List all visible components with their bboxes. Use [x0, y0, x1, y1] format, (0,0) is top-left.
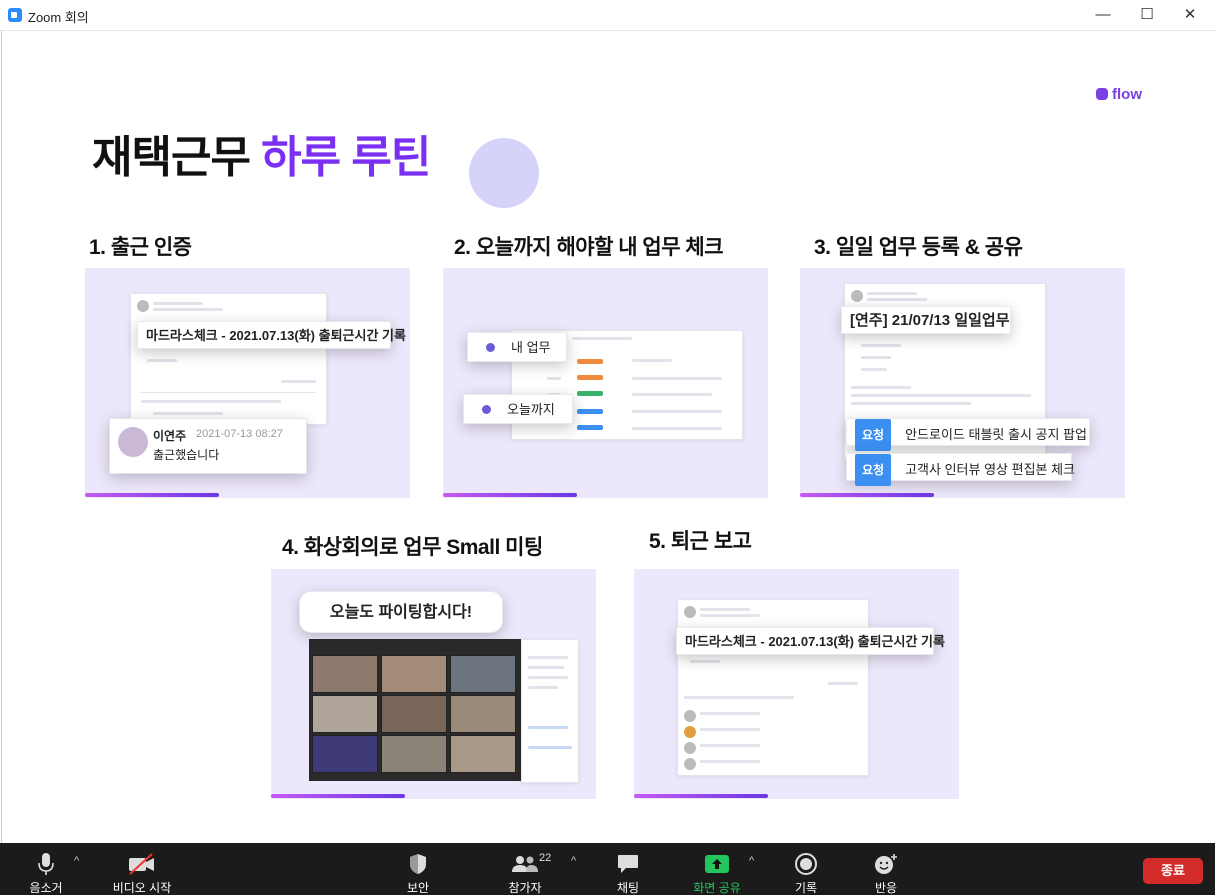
- chat-button[interactable]: 채팅: [608, 843, 648, 895]
- request-tag: 요청: [855, 419, 892, 451]
- step-1-label: 1. 출근 인증: [89, 236, 192, 259]
- avatar: [851, 290, 863, 302]
- record-button[interactable]: 기록: [786, 843, 826, 895]
- minimize-button[interactable]: —: [1083, 4, 1123, 26]
- video-tile: [381, 695, 447, 733]
- step-3-label: 3. 일일 업무 등록 & 공유: [814, 236, 1023, 259]
- progress-bar: [85, 493, 219, 497]
- step-4-label: 4. 화상회의로 업무 Small 미팅: [282, 536, 543, 559]
- share-screen-button[interactable]: 화면 공유: [688, 843, 746, 895]
- chat-panel-preview: [521, 639, 579, 783]
- step-3-card: [연주] 21/07/13 일일업무 요청 안드로이드 태블릿 출시 공지 팝업 …: [800, 268, 1125, 498]
- due-today-label: 오늘까지: [507, 402, 555, 417]
- meeting-toolbar: 음소거 ^ 비디오 시작 보안 참가자 22 ^ 채팅 화면 공유 ^ 기록 반…: [0, 843, 1215, 895]
- step-2-card: 내 업무 오늘까지: [443, 268, 768, 498]
- task-item-2: 요청 고객사 인터뷰 영상 편집본 체크: [846, 453, 1076, 486]
- my-tasks-pill[interactable]: 내 업무: [467, 332, 567, 362]
- comment-time: 2021-07-13 08:27: [196, 428, 283, 440]
- emoji-plus-icon: [866, 851, 906, 877]
- security-button[interactable]: 보안: [398, 843, 438, 895]
- participants-count: 22: [539, 852, 552, 864]
- participants-label: 참가자: [508, 881, 542, 895]
- video-tile: [312, 695, 378, 733]
- share-screen-icon: [688, 851, 746, 877]
- bullet-icon: [486, 343, 495, 352]
- commenter-name: 이연주: [153, 429, 187, 443]
- chat-bubble-icon: [608, 851, 648, 877]
- video-label: 비디오 시작: [112, 881, 172, 895]
- bullet-icon: [482, 405, 491, 414]
- video-tile: [312, 735, 378, 773]
- video-tile: [450, 655, 516, 693]
- post-preview: [130, 293, 327, 425]
- window-title: Zoom 회의: [28, 10, 89, 25]
- avatar: [684, 606, 696, 618]
- video-grid: [309, 639, 521, 781]
- step-4-card: 오늘도 파이팅합시다!: [271, 569, 596, 799]
- avatar: [137, 300, 149, 312]
- task-item-1: 요청 안드로이드 태블릿 출시 공지 팝업: [846, 418, 1090, 451]
- progress-bar: [443, 493, 577, 497]
- speech-bubble: 오늘도 파이팅합시다!: [299, 591, 503, 633]
- daily-work-callout: [연주] 21/07/13 일일업무: [841, 306, 1011, 334]
- record-icon: [786, 851, 826, 877]
- step-5-label: 5. 퇴근 보고: [649, 530, 752, 553]
- video-tile: [450, 695, 516, 733]
- task-item-2-label: 고객사 인터뷰 영상 편집본 체크: [905, 462, 1076, 477]
- flow-logo-icon: [1096, 88, 1108, 100]
- comment-card: 이연주 2021-07-13 08:27 출근했습니다: [109, 418, 307, 474]
- leave-report-callout: 마드라스체크 - 2021.07.13(화) 출퇴근시간 기록: [676, 627, 945, 655]
- reactions-button[interactable]: 반응: [866, 843, 906, 895]
- flow-logo-text: flow: [1112, 86, 1142, 103]
- progress-bar: [271, 794, 405, 798]
- slide-title-part1: 재택근무: [92, 133, 251, 182]
- share-label: 화면 공유: [693, 881, 741, 895]
- maximize-button[interactable]: ☐: [1127, 4, 1167, 26]
- start-video-button[interactable]: 비디오 시작: [102, 843, 182, 895]
- mute-label: 음소거: [29, 881, 63, 895]
- share-options-caret-icon[interactable]: ^: [749, 855, 754, 867]
- slide-title: 재택근무 하루 루틴: [92, 121, 431, 185]
- chat-label: 채팅: [616, 881, 640, 895]
- mute-button[interactable]: 음소거: [20, 843, 72, 895]
- end-meeting-button[interactable]: 종료: [1143, 858, 1203, 884]
- microphone-icon: [20, 851, 72, 877]
- window-titlebar: Zoom 회의 — ☐ ✕: [0, 0, 1215, 31]
- close-button[interactable]: ✕: [1170, 4, 1210, 26]
- flow-logo: flow: [1096, 86, 1142, 103]
- video-off-icon: [102, 851, 182, 877]
- comment-text: 출근했습니다: [153, 448, 220, 462]
- video-tile: [381, 655, 447, 693]
- shared-screen: flow 재택근무 하루 루틴 1. 출근 인증 마드라스체크 - 2021.0…: [1, 31, 1215, 843]
- decorative-circle: [469, 138, 539, 208]
- participants-button[interactable]: 참가자: [500, 843, 550, 895]
- security-label: 보안: [406, 881, 430, 895]
- video-tile: [450, 735, 516, 773]
- zoom-app-icon: [8, 8, 22, 22]
- record-label: 기록: [794, 881, 818, 895]
- step-2-label: 2. 오늘까지 해야할 내 업무 체크: [454, 236, 724, 259]
- slide-title-part2: 하루 루틴: [261, 133, 431, 182]
- video-tile: [381, 735, 447, 773]
- step-5-card: 마드라스체크 - 2021.07.13(화) 출퇴근시간 기록: [634, 569, 959, 799]
- my-tasks-label: 내 업무: [511, 340, 551, 355]
- commenter-avatar: [118, 427, 148, 457]
- step-1-card: 마드라스체크 - 2021.07.13(화) 출퇴근시간 기록 이연주 2021…: [85, 268, 410, 498]
- request-tag: 요청: [855, 454, 892, 486]
- task-item-1-label: 안드로이드 태블릿 출시 공지 팝업: [905, 427, 1087, 442]
- reactions-label: 반응: [874, 881, 898, 895]
- progress-bar: [634, 794, 768, 798]
- shield-icon: [398, 851, 438, 877]
- audio-options-caret-icon[interactable]: ^: [74, 855, 79, 867]
- due-today-pill[interactable]: 오늘까지: [463, 394, 573, 424]
- participants-options-caret-icon[interactable]: ^: [571, 855, 576, 867]
- post-preview: [677, 599, 869, 776]
- video-tile: [312, 655, 378, 693]
- progress-bar: [800, 493, 934, 497]
- attendance-callout: 마드라스체크 - 2021.07.13(화) 출퇴근시간 기록: [137, 321, 406, 349]
